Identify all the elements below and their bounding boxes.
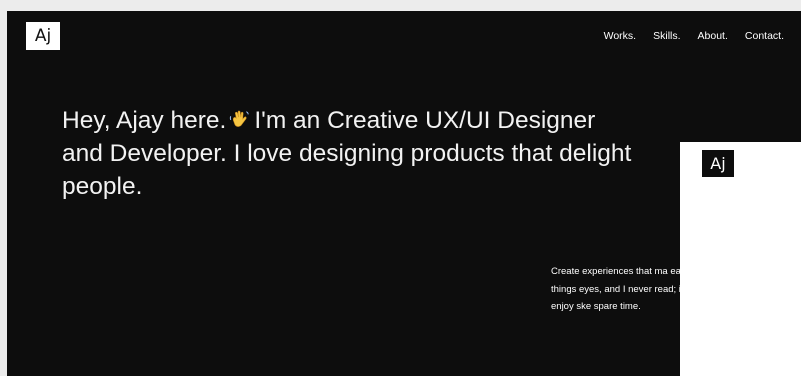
- nav-works[interactable]: Works.: [604, 30, 636, 42]
- site-logo[interactable]: Aj: [26, 22, 60, 50]
- nav-contact[interactable]: Contact.: [745, 30, 784, 42]
- overlay-logo[interactable]: Aj: [702, 150, 734, 177]
- hero-greeting: Hey, Ajay here.: [62, 107, 227, 134]
- nav-about[interactable]: About.: [698, 30, 728, 42]
- overlay-panel: Aj: [680, 142, 801, 376]
- hero-heading: Hey, Ajay here. I'm an Creative UX/UI De…: [62, 104, 632, 203]
- main-nav: Works. Skills. About. Contact.: [604, 30, 784, 42]
- waving-hand-icon: [230, 110, 249, 127]
- nav-skills[interactable]: Skills.: [653, 30, 680, 42]
